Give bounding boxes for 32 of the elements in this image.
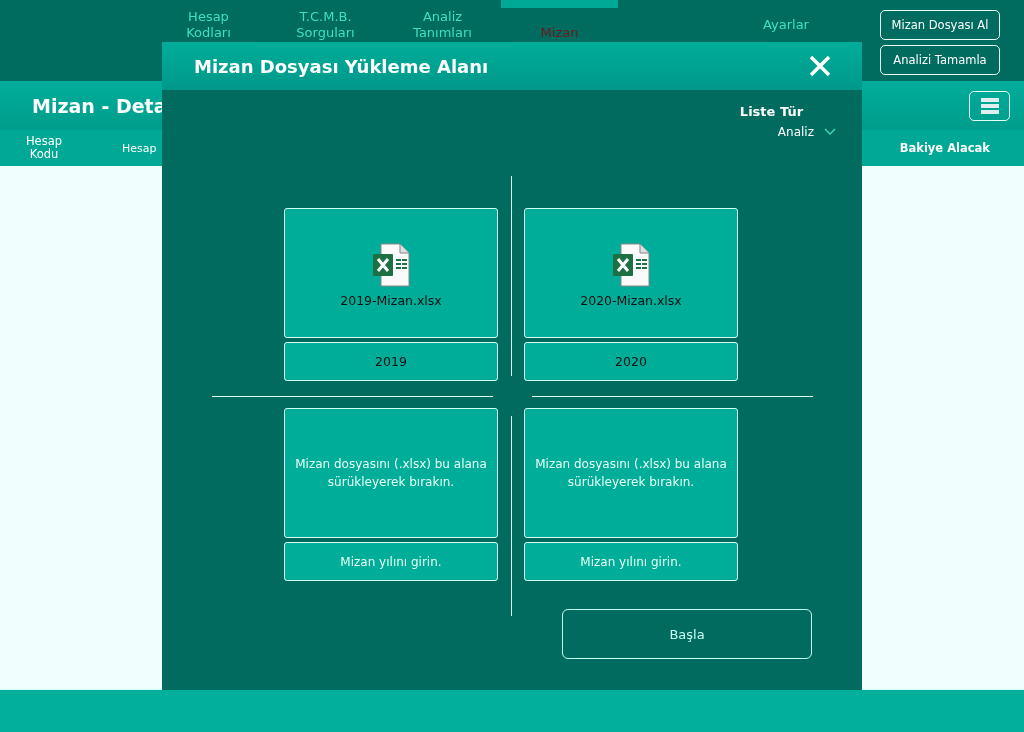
year-field[interactable]: 2019	[284, 342, 498, 381]
menu-button[interactable]	[969, 90, 1010, 121]
menu-icon	[980, 97, 999, 114]
spreadsheet-file-icon	[612, 242, 650, 287]
year-field[interactable]: Mizan yılını girin.	[524, 542, 738, 581]
column-header: Bakiye Alacak	[899, 141, 990, 155]
settings-link[interactable]: Ayarlar	[763, 17, 809, 32]
nav-tab[interactable]: T.C.M.B. Sorguları	[267, 0, 384, 46]
drop-hint: Mizan dosyasını (.xlsx) bu alana sürükleyerek bırakın.	[294, 456, 488, 491]
dialog-title: Mizan Dosyası Yükleme Alanı	[194, 55, 489, 77]
nav-tab[interactable]: Hesap Kodları	[150, 0, 267, 46]
list-type-dropdown[interactable]: Analiz	[777, 125, 836, 139]
header-button[interactable]: Mizan Dosyası Al	[880, 10, 1000, 40]
spreadsheet-file-icon	[372, 242, 410, 287]
year-field[interactable]: 2020	[524, 342, 738, 381]
start-button[interactable]: Başla	[562, 609, 812, 659]
file-drop-area[interactable]: 2020-Mizan.xlsx	[524, 208, 738, 338]
close-button[interactable]	[808, 54, 832, 78]
list-type-label: Liste Tür	[739, 104, 804, 119]
chevron-down-icon	[824, 128, 836, 136]
column-header: Hesap Kodu	[24, 135, 64, 161]
drop-hint: Mizan dosyasını (.xlsx) bu alana sürükleyerek bırakın.	[534, 456, 728, 491]
column-header: Hesap	[122, 141, 157, 155]
file-name: 2020-Mizan.xlsx	[580, 292, 682, 308]
close-icon	[808, 54, 832, 78]
file-drop-area[interactable]: Mizan dosyasını (.xlsx) bu alana sürükleyerek bırakın.	[284, 408, 498, 538]
file-name: 2019-Mizan.xlsx	[340, 292, 442, 308]
file-drop-area[interactable]: 2019-Mizan.xlsx	[284, 208, 498, 338]
header-button[interactable]: Analizi Tamamla	[880, 45, 1000, 75]
year-field[interactable]: Mizan yılını girin.	[284, 542, 498, 581]
file-drop-area[interactable]: Mizan dosyasını (.xlsx) bu alana sürükleyerek bırakın.	[524, 408, 738, 538]
nav-tab[interactable]: Analiz Tanımları	[384, 0, 501, 46]
